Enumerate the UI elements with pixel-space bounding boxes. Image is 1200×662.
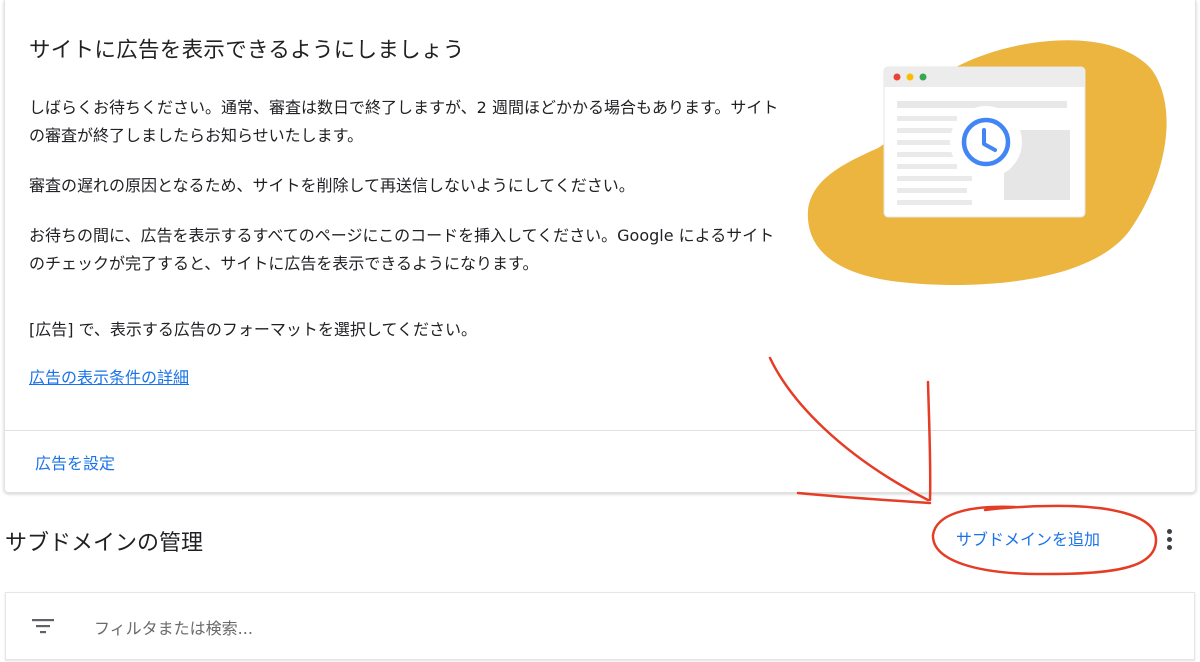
ad-format-text: [広告] で、表示する広告のフォーマットを選択してください。 [29, 320, 477, 339]
card-title: サイトに広告を表示できるようにしましょう [29, 38, 465, 63]
subdomain-section-title: サブドメインの管理 [5, 531, 204, 556]
window-dot-red [893, 73, 901, 81]
filter-bar [5, 592, 1195, 660]
review-wait-text: しばらくお待ちください。通常、審査は数日で終了しますが、2 週間ほどかかる場合も… [29, 98, 779, 145]
add-subdomain-button[interactable]: サブドメインを追加 [956, 526, 1100, 550]
site-review-illustration [807, 40, 1167, 286]
ad-requirements-link[interactable]: 広告の表示条件の詳細 [29, 364, 189, 388]
window-dot-yellow [906, 73, 914, 81]
filter-icon[interactable] [32, 618, 54, 634]
resubmit-warning-text: 審査の遅れの原因となるため、サイトを削除して再送信しないようにしてください。 [29, 176, 635, 195]
filter-search-input[interactable] [92, 612, 696, 644]
window-dot-green [919, 73, 927, 81]
clock-icon [950, 106, 1022, 178]
card-divider [5, 430, 1195, 431]
page: サイトに広告を表示できるようにしましょう しばらくお待ちください。通常、審査は数… [0, 0, 1200, 662]
insert-code-text: お待ちの間に、広告を表示するすべてのページにこのコードを挿入してください。Goo… [29, 226, 775, 273]
set-up-ads-button[interactable]: 広告を設定 [35, 450, 115, 474]
more-vert-icon[interactable] [1158, 524, 1180, 556]
